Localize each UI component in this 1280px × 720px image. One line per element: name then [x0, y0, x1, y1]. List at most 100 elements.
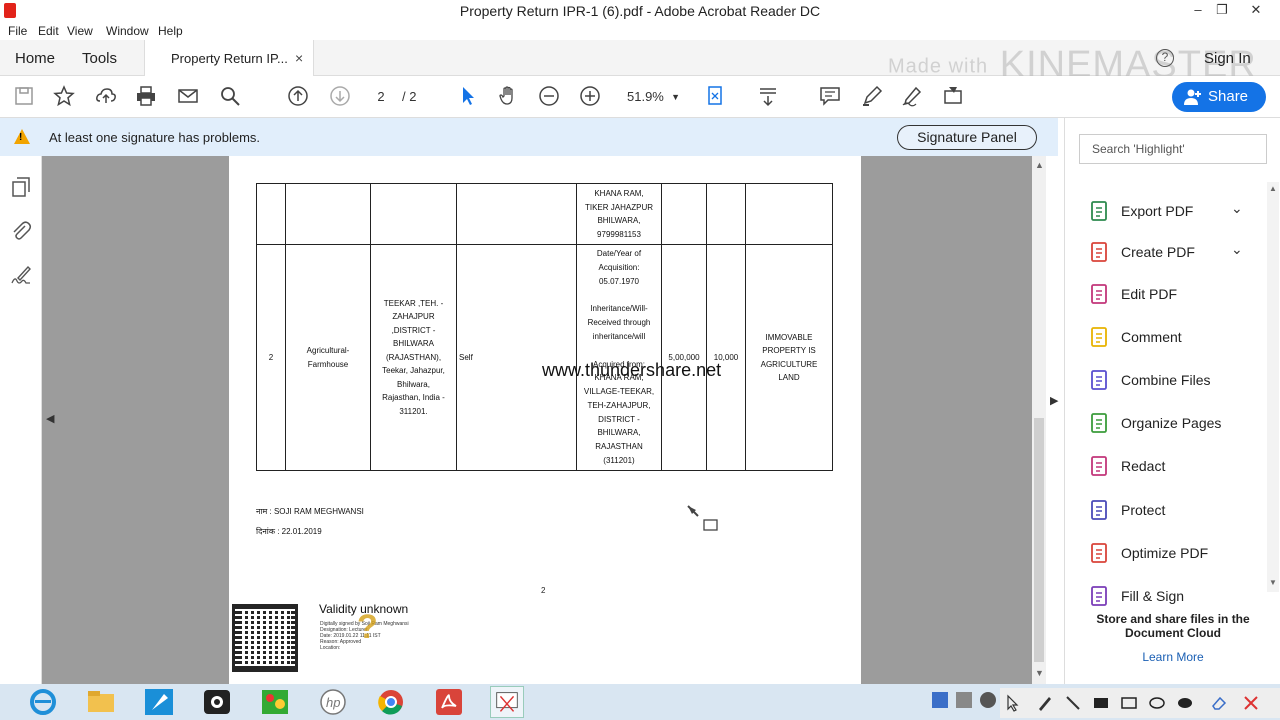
tool-comment[interactable]: Comment: [1089, 325, 1259, 349]
pointer-icon[interactable]: [1004, 694, 1022, 712]
table-cell: TEEKAR ,TEH. - ZAHAJPUR ,DISTRICT - BHIL…: [370, 244, 457, 471]
tray-network-icon[interactable]: [956, 692, 972, 708]
table-cell: KHANA RAM, TIKER JAHAZPUR BHILWARA, 9799…: [576, 183, 662, 245]
bookmark-star-icon[interactable]: [52, 85, 76, 109]
acrobat-taskbar-icon[interactable]: [432, 686, 466, 718]
print-icon[interactable]: [134, 85, 158, 109]
table-cell: IMMOVABLE PROPERTY IS AGRICULTURE LAND: [745, 244, 833, 471]
export-pdf-icon: [1091, 201, 1107, 221]
sign-pen-icon[interactable]: [900, 85, 924, 109]
tool-label: Edit PDF: [1121, 286, 1178, 302]
annotation-tools-bar: [1000, 688, 1280, 718]
email-icon[interactable]: [176, 85, 200, 109]
save-icon[interactable]: [12, 85, 36, 109]
sign-in-link[interactable]: Sign In: [1204, 50, 1251, 67]
tool-combine-files[interactable]: Combine Files: [1089, 368, 1259, 392]
fit-page-icon[interactable]: [704, 85, 728, 109]
tool-create-pdf[interactable]: Create PDF ⌄: [1089, 240, 1259, 264]
tools-pane-scrollbar[interactable]: ▲ ▼: [1267, 182, 1279, 592]
zoom-out-icon[interactable]: [537, 85, 561, 109]
scroll-down-icon[interactable]: ▼: [1035, 668, 1044, 678]
signature-panel-button[interactable]: Signature Panel: [897, 125, 1037, 150]
pen-icon[interactable]: [1036, 694, 1054, 712]
tool-edit-pdf[interactable]: Edit PDF: [1089, 282, 1259, 306]
search-icon[interactable]: [218, 85, 242, 109]
signatures-panel-icon[interactable]: [10, 264, 32, 286]
snipping-tool-icon[interactable]: [490, 686, 524, 718]
rectangle-icon[interactable]: [1120, 694, 1138, 712]
protect-icon: [1091, 500, 1107, 520]
line-icon[interactable]: [1064, 694, 1082, 712]
collapse-right-arrow-icon[interactable]: ▶: [1050, 394, 1058, 407]
upload-cloud-icon[interactable]: [94, 85, 118, 109]
filled-ellipse-icon[interactable]: [1176, 694, 1194, 712]
eraser-icon[interactable]: [1210, 694, 1228, 712]
highlight-pen-icon[interactable]: [860, 85, 884, 109]
collapse-left-arrow-icon[interactable]: ◀: [46, 412, 54, 425]
page-thumbnails-icon[interactable]: [10, 176, 32, 198]
photo-app-icon[interactable]: [258, 686, 292, 718]
tool-organize-pages[interactable]: Organize Pages: [1089, 411, 1259, 435]
menu-file[interactable]: File: [8, 24, 27, 38]
tray-app-icon[interactable]: [932, 692, 948, 708]
close-draw-icon[interactable]: [1242, 694, 1260, 712]
chevron-down-icon[interactable]: ⌄: [1231, 241, 1243, 258]
close-tab-icon[interactable]: ×: [295, 50, 303, 66]
internet-explorer-icon[interactable]: [26, 686, 60, 718]
hand-tool-icon[interactable]: [496, 85, 520, 109]
tool-label: Combine Files: [1121, 372, 1211, 388]
declarant-name: नाम : SOJI RAM MEGHWANSI: [256, 507, 364, 516]
scroll-up-icon[interactable]: ▲: [1035, 160, 1044, 170]
share-button[interactable]: Share: [1172, 82, 1266, 112]
filled-rectangle-icon[interactable]: [1092, 694, 1110, 712]
combine-files-icon: [1091, 370, 1107, 390]
previous-page-icon[interactable]: [286, 85, 310, 109]
scroll-up-icon[interactable]: ▲: [1269, 184, 1277, 193]
attachments-icon[interactable]: [10, 220, 32, 242]
document-scrollbar[interactable]: ▲ ▼: [1032, 156, 1046, 684]
zoom-level-dropdown[interactable]: 51.9% ▼: [622, 86, 686, 108]
learn-more-link[interactable]: Learn More: [1085, 650, 1261, 664]
table-cell: 10,000: [706, 244, 746, 471]
scroll-down-icon[interactable]: ▼: [1269, 578, 1277, 587]
next-page-icon[interactable]: [328, 85, 352, 109]
table-cell: 2: [256, 244, 286, 471]
hp-icon[interactable]: hp: [316, 686, 350, 718]
menu-window[interactable]: Window: [106, 24, 149, 38]
zoom-in-icon[interactable]: [578, 85, 602, 109]
tool-optimize-pdf[interactable]: Optimize PDF: [1089, 541, 1259, 565]
tab-home[interactable]: Home: [15, 50, 55, 67]
chrome-icon[interactable]: [374, 686, 408, 718]
declaration-date: दिनांक : 22.01.2019: [256, 527, 322, 536]
tab-bar: Home Tools Property Return IP... × Made …: [0, 40, 1280, 86]
select-cursor-icon[interactable]: [456, 85, 480, 109]
tool-fill-sign[interactable]: Fill & Sign: [1089, 584, 1259, 608]
tools-pane: Search 'Highlight' Export PDF ⌄ Create PDF…: [1064, 118, 1280, 684]
tool-protect[interactable]: Protect: [1089, 498, 1259, 522]
file-explorer-icon[interactable]: [84, 686, 118, 718]
menu-edit[interactable]: Edit: [38, 24, 59, 38]
pdf-page: KHANA RAM, TIKER JAHAZPUR BHILWARA, 9799…: [229, 156, 861, 684]
menu-view[interactable]: View: [67, 24, 93, 38]
tab-document[interactable]: Property Return IP... ×: [144, 40, 314, 76]
page-number-input[interactable]: 2: [366, 86, 396, 108]
tab-tools[interactable]: Tools: [82, 50, 117, 67]
search-tools-input[interactable]: Search 'Highlight': [1079, 134, 1267, 164]
tool-redact[interactable]: Redact: [1089, 454, 1259, 478]
help-icon[interactable]: ?: [1156, 49, 1174, 67]
rocket-app-icon[interactable]: [142, 686, 176, 718]
tray-bluetooth-icon[interactable]: [980, 692, 996, 708]
scroll-mode-icon[interactable]: [756, 85, 780, 109]
fill-sign-icon[interactable]: [941, 85, 965, 109]
camera-app-icon[interactable]: [200, 686, 234, 718]
restore-button[interactable]: ❐: [1208, 2, 1236, 20]
ellipse-icon[interactable]: [1148, 694, 1166, 712]
comment-icon[interactable]: [818, 85, 842, 109]
scrollbar-thumb[interactable]: [1034, 418, 1044, 662]
tool-export-pdf[interactable]: Export PDF ⌄: [1089, 199, 1259, 223]
tool-label: Organize Pages: [1121, 415, 1222, 431]
menu-help[interactable]: Help: [158, 24, 183, 38]
table-row: KHANA RAM, TIKER JAHAZPUR BHILWARA, 9799…: [256, 183, 833, 245]
chevron-down-icon[interactable]: ⌄: [1231, 200, 1243, 217]
close-window-button[interactable]: ✕: [1242, 2, 1270, 20]
